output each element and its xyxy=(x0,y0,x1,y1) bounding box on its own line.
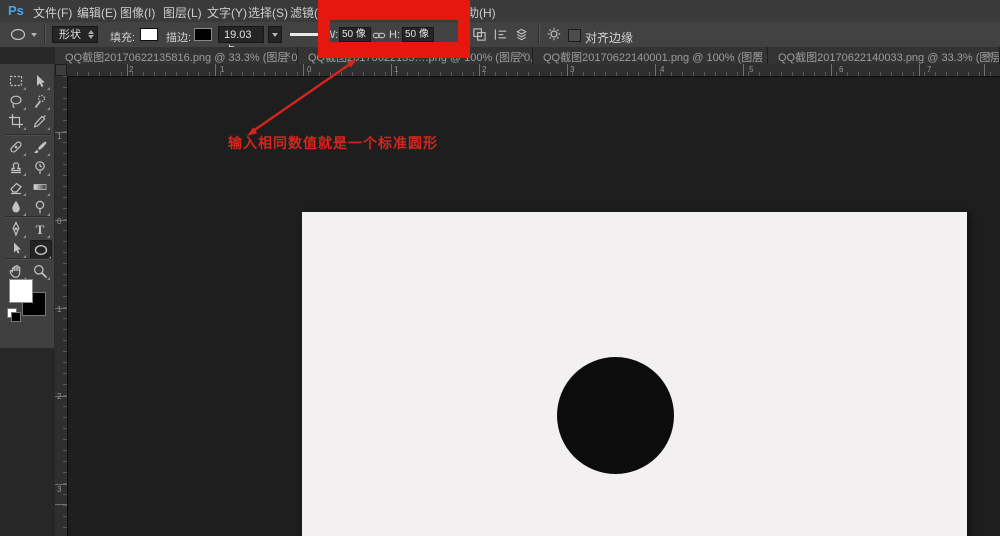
highlight-rectangle-left xyxy=(318,0,330,58)
blur-tool[interactable] xyxy=(6,198,26,216)
photoshop-logo: Ps xyxy=(8,3,24,18)
tools-divider xyxy=(4,258,50,260)
ruler-number: 2 xyxy=(57,392,61,401)
horizontal-ruler: 2 1 0 1 2 3 4 5 6 7 xyxy=(55,64,1000,77)
caret-down-icon xyxy=(272,33,278,37)
menu-edit[interactable]: 编辑(E) xyxy=(77,4,117,21)
tool-preset-caret-icon[interactable] xyxy=(31,33,37,37)
ruler-number: 1 xyxy=(394,65,398,74)
eraser-tool[interactable] xyxy=(6,178,26,196)
lasso-tool[interactable] xyxy=(6,92,26,110)
vertical-ruler: 1 0 1 2 3 xyxy=(55,76,68,536)
dropdown-spinner-icon xyxy=(88,30,94,39)
gradient-tool[interactable] xyxy=(30,178,50,196)
photoshop-window: Ps 文件(F) 编辑(E) 图像(I) 图层(L) 文字(Y) 选择(S) 滤… xyxy=(0,0,1000,536)
menu-select[interactable]: 选择(S) xyxy=(248,4,288,21)
tool-mode-value: 形状 xyxy=(59,29,81,41)
ruler-number: 5 xyxy=(749,65,753,74)
ruler-number: 3 xyxy=(57,485,61,494)
height-label: H: xyxy=(389,29,400,41)
document-tab-3[interactable]: QQ截图20170622140001.png @ 100% (图层 0, R..… xyxy=(533,47,768,64)
pen-tool[interactable] xyxy=(6,220,26,238)
tab-label: QQ截图20170622135816.png @ 33.3% (图层 0, ..… xyxy=(65,49,298,64)
clone-stamp-tool[interactable] xyxy=(6,158,26,176)
quick-selection-tool[interactable] xyxy=(30,92,50,110)
gear-icon[interactable] xyxy=(546,26,562,42)
menu-file[interactable]: 文件(F) xyxy=(33,4,72,21)
tools-divider xyxy=(4,134,50,136)
tab-close-icon[interactable]: × xyxy=(986,48,993,63)
ellipse-shape-tool[interactable] xyxy=(30,240,52,260)
ruler-number: 1 xyxy=(220,65,224,74)
stroke-label: 描边: xyxy=(166,29,191,45)
brush-tool[interactable] xyxy=(30,138,50,156)
rectangular-marquee-tool[interactable] xyxy=(6,72,26,90)
tab-label: QQ截图20170622140033.png @ 33.3% (图层 0, ..… xyxy=(778,49,1000,64)
crop-tool[interactable] xyxy=(6,112,26,130)
menu-type[interactable]: 文字(Y) xyxy=(207,4,247,21)
ruler-number: 7 xyxy=(927,65,931,74)
document-tab-1[interactable]: QQ截图20170622135816.png @ 33.3% (图层 0, ..… xyxy=(55,47,298,64)
spot-healing-brush-tool[interactable] xyxy=(6,138,26,156)
highlight-rectangle-top xyxy=(318,0,470,20)
path-arrangement-icon[interactable] xyxy=(514,27,529,42)
ruler-number: 1 xyxy=(57,132,61,141)
move-tool[interactable] xyxy=(30,72,50,90)
default-colors-icon[interactable] xyxy=(11,312,21,322)
zoom-tool[interactable] xyxy=(30,262,50,280)
left-panel-background xyxy=(0,348,55,536)
annotation-note-text: 输入相同数值就是一个标准圆形 xyxy=(228,133,438,153)
tool-mode-dropdown[interactable]: 形状 xyxy=(52,26,98,43)
svg-text:T: T xyxy=(36,222,45,237)
path-alignment-icon[interactable] xyxy=(493,27,508,42)
ruler-number: 2 xyxy=(129,65,133,74)
stroke-type-preview[interactable] xyxy=(290,33,318,36)
tab-close-icon[interactable]: × xyxy=(754,48,761,63)
ruler-corner xyxy=(55,64,67,76)
document-canvas[interactable] xyxy=(302,212,967,536)
options-separator xyxy=(44,25,46,44)
document-tab-bar: QQ截图20170622135816.png @ 33.3% (图层 0, ..… xyxy=(0,47,1000,65)
menu-image[interactable]: 图像(I) xyxy=(120,4,155,21)
align-edges-label: 对齐边缘 xyxy=(585,29,633,46)
tab-close-icon[interactable]: × xyxy=(284,48,291,63)
tab-close-icon[interactable]: × xyxy=(519,48,526,63)
stroke-color-swatch[interactable] xyxy=(194,28,212,41)
document-tab-4[interactable]: QQ截图20170622140033.png @ 33.3% (图层 0, ..… xyxy=(768,47,1000,64)
ruler-number: 6 xyxy=(839,65,843,74)
history-brush-tool[interactable] xyxy=(30,158,50,176)
fill-color-swatch[interactable] xyxy=(140,28,158,41)
stroke-width-dropdown[interactable] xyxy=(268,26,282,43)
shape-height-input[interactable]: 50 像素 xyxy=(402,27,434,42)
tab-label: QQ截图20170622140001.png @ 100% (图层 0, R..… xyxy=(543,49,768,64)
tool-options-bar: 形状 填充: 描边: 19.03 点 W: 50 像素 H: 50 像素 对齐边… xyxy=(0,22,1000,48)
ruler-number: 1 xyxy=(57,305,61,314)
shape-width-input[interactable]: 50 像素 xyxy=(339,27,371,42)
menu-layer[interactable]: 图层(L) xyxy=(163,4,202,21)
ellipse-tool-preset-icon[interactable] xyxy=(8,27,28,42)
link-dimensions-icon[interactable] xyxy=(372,30,386,41)
ruler-number: 0 xyxy=(307,65,311,74)
type-tool[interactable]: T xyxy=(30,220,50,238)
stroke-width-field[interactable]: 19.03 点 xyxy=(218,26,264,43)
hand-tool[interactable] xyxy=(6,262,26,280)
foreground-color-swatch[interactable] xyxy=(9,279,33,303)
align-edges-checkbox[interactable] xyxy=(568,29,581,42)
fill-label: 填充: xyxy=(110,29,135,45)
tools-divider xyxy=(4,216,50,218)
ruler-number: 4 xyxy=(660,65,664,74)
black-circle-shape xyxy=(557,357,674,474)
path-operations-icon[interactable] xyxy=(472,27,487,42)
menu-bar: Ps 文件(F) 编辑(E) 图像(I) 图层(L) 文字(Y) 选择(S) 滤… xyxy=(0,0,1000,23)
highlight-rectangle-bottom xyxy=(318,42,470,58)
ruler-number: 3 xyxy=(570,65,574,74)
eyedropper-tool[interactable] xyxy=(30,112,50,130)
ruler-number: 0 xyxy=(57,217,61,226)
path-selection-tool[interactable] xyxy=(6,240,26,258)
highlight-rectangle-right xyxy=(458,0,470,58)
ruler-number: 2 xyxy=(482,65,486,74)
options-separator xyxy=(538,25,540,44)
dodge-tool[interactable] xyxy=(30,198,50,216)
